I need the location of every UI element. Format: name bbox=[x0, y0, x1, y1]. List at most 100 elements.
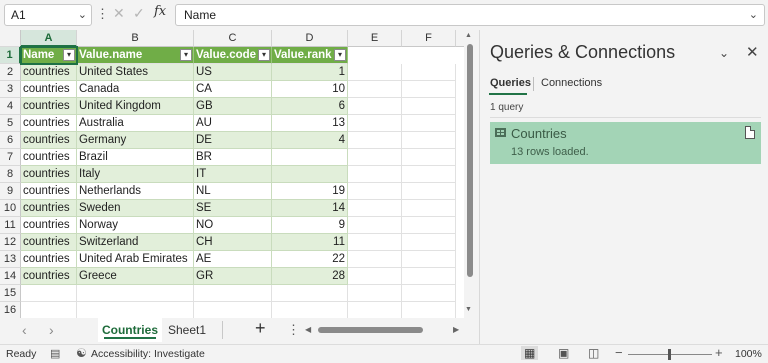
column-header[interactable]: B bbox=[77, 30, 194, 47]
close-icon[interactable]: ✕ bbox=[746, 43, 759, 61]
table-cell[interactable]: Norway bbox=[77, 217, 194, 234]
row-header[interactable]: 2 bbox=[0, 64, 21, 81]
table-cell[interactable]: countries bbox=[21, 98, 77, 115]
row-header[interactable]: 6 bbox=[0, 132, 21, 149]
table-cell[interactable]: NL bbox=[194, 183, 272, 200]
empty-cell[interactable] bbox=[348, 285, 402, 302]
empty-cell[interactable] bbox=[402, 183, 456, 200]
table-cell[interactable]: BR bbox=[194, 149, 272, 166]
empty-cell[interactable] bbox=[402, 64, 456, 81]
vertical-scroll-thumb[interactable] bbox=[467, 44, 473, 277]
zoom-out-button[interactable]: − bbox=[615, 345, 623, 360]
vertical-ellipsis-icon[interactable]: ⋮ bbox=[96, 6, 109, 22]
column-header[interactable]: A bbox=[21, 30, 77, 47]
empty-cell[interactable] bbox=[21, 302, 77, 318]
table-cell[interactable]: United Kingdom bbox=[77, 98, 194, 115]
row-header[interactable]: 15 bbox=[0, 285, 21, 302]
table-header-cell[interactable]: Value.name ▾ bbox=[77, 47, 194, 64]
table-cell[interactable]: countries bbox=[21, 166, 77, 183]
table-cell[interactable]: AU bbox=[194, 115, 272, 132]
table-cell[interactable]: countries bbox=[21, 217, 77, 234]
chevron-down-icon[interactable]: ⌄ bbox=[749, 8, 758, 21]
table-cell[interactable]: countries bbox=[21, 64, 77, 81]
table-cell[interactable]: 13 bbox=[272, 115, 348, 132]
row-header[interactable]: 14 bbox=[0, 268, 21, 285]
zoom-level[interactable]: 100% bbox=[735, 348, 762, 360]
accessibility-icon[interactable]: ☯ bbox=[76, 346, 87, 360]
filter-dropdown-icon[interactable]: ▾ bbox=[180, 49, 192, 61]
column-header[interactable]: D bbox=[272, 30, 348, 47]
page-layout-icon[interactable]: ▣ bbox=[558, 346, 569, 360]
empty-cell[interactable] bbox=[348, 251, 402, 268]
row-header[interactable]: 9 bbox=[0, 183, 21, 200]
row-header[interactable]: 3 bbox=[0, 81, 21, 98]
table-cell[interactable]: Sweden bbox=[77, 200, 194, 217]
table-header-cell[interactable]: Value.rank ▾ bbox=[272, 47, 348, 64]
row-header[interactable]: 11 bbox=[0, 217, 21, 234]
table-cell[interactable]: countries bbox=[21, 183, 77, 200]
empty-cell[interactable] bbox=[402, 200, 456, 217]
empty-cell[interactable] bbox=[348, 302, 402, 318]
plus-icon[interactable]: + bbox=[255, 318, 266, 339]
empty-cell[interactable] bbox=[402, 81, 456, 98]
table-cell[interactable]: NO bbox=[194, 217, 272, 234]
table-cell[interactable]: CA bbox=[194, 81, 272, 98]
empty-cell[interactable] bbox=[21, 285, 77, 302]
table-cell[interactable]: countries bbox=[21, 234, 77, 251]
table-cell[interactable]: countries bbox=[21, 200, 77, 217]
zoom-slider-knob[interactable] bbox=[668, 349, 671, 360]
table-cell[interactable]: countries bbox=[21, 81, 77, 98]
empty-cell[interactable] bbox=[402, 115, 456, 132]
row-header[interactable]: 10 bbox=[0, 200, 21, 217]
empty-cell[interactable] bbox=[348, 64, 402, 81]
scroll-up-icon[interactable]: ▲ bbox=[465, 32, 472, 39]
empty-cell[interactable] bbox=[348, 268, 402, 285]
empty-cell[interactable] bbox=[348, 149, 402, 166]
column-header[interactable]: E bbox=[348, 30, 402, 47]
table-cell[interactable]: 4 bbox=[272, 132, 348, 149]
table-cell[interactable]: AE bbox=[194, 251, 272, 268]
table-cell[interactable]: US bbox=[194, 64, 272, 81]
scroll-down-icon[interactable]: ▼ bbox=[465, 306, 472, 313]
table-cell[interactable]: Australia bbox=[77, 115, 194, 132]
chevron-down-icon[interactable]: ⌄ bbox=[719, 46, 729, 60]
row-header[interactable]: 4 bbox=[0, 98, 21, 115]
row-header[interactable]: 12 bbox=[0, 234, 21, 251]
table-cell[interactable]: countries bbox=[21, 268, 77, 285]
table-cell[interactable]: DE bbox=[194, 132, 272, 149]
accessibility-status[interactable]: Accessibility: Investigate bbox=[91, 348, 205, 360]
scroll-left-icon[interactable]: ◀ bbox=[305, 325, 311, 334]
chevron-right-icon[interactable]: › bbox=[49, 322, 54, 338]
zoom-in-button[interactable]: + bbox=[715, 345, 723, 360]
table-cell[interactable]: Brazil bbox=[77, 149, 194, 166]
tab-queries[interactable]: Queries bbox=[490, 77, 531, 89]
table-cell[interactable]: SE bbox=[194, 200, 272, 217]
check-icon[interactable]: ✓ bbox=[133, 5, 145, 22]
column-header[interactable]: C bbox=[194, 30, 272, 47]
table-cell[interactable]: United Arab Emirates bbox=[77, 251, 194, 268]
row-header[interactable]: 1 bbox=[0, 47, 21, 64]
table-cell[interactable]: Greece bbox=[77, 268, 194, 285]
column-header[interactable]: F bbox=[402, 30, 456, 47]
sheet-tab-countries[interactable]: Countries bbox=[98, 318, 162, 342]
table-cell[interactable]: Germany bbox=[77, 132, 194, 149]
table-cell[interactable]: countries bbox=[21, 251, 77, 268]
empty-cell[interactable] bbox=[348, 132, 402, 149]
table-cell[interactable]: United States bbox=[77, 64, 194, 81]
empty-cell[interactable] bbox=[348, 81, 402, 98]
normal-view-icon[interactable]: ▦ bbox=[521, 346, 539, 360]
row-header[interactable]: 5 bbox=[0, 115, 21, 132]
macro-record-icon[interactable]: ▤ bbox=[50, 347, 60, 360]
empty-cell[interactable] bbox=[77, 285, 194, 302]
filter-dropdown-icon[interactable]: ▾ bbox=[63, 49, 75, 61]
table-cell[interactable]: 9 bbox=[272, 217, 348, 234]
worksheet-grid[interactable]: A B C D E F 1 2 3 4 5 6 7 8 9 10 11 12 13 14 15 16 Name ▾ Value.… bbox=[0, 30, 464, 318]
empty-cell[interactable] bbox=[348, 217, 402, 234]
table-cell[interactable]: countries bbox=[21, 132, 77, 149]
row-header[interactable]: 13 bbox=[0, 251, 21, 268]
empty-cell[interactable] bbox=[402, 149, 456, 166]
page-break-icon[interactable]: ◫ bbox=[588, 346, 599, 360]
empty-cell[interactable] bbox=[402, 98, 456, 115]
filter-dropdown-icon[interactable]: ▾ bbox=[258, 49, 270, 61]
table-cell[interactable]: 1 bbox=[272, 64, 348, 81]
